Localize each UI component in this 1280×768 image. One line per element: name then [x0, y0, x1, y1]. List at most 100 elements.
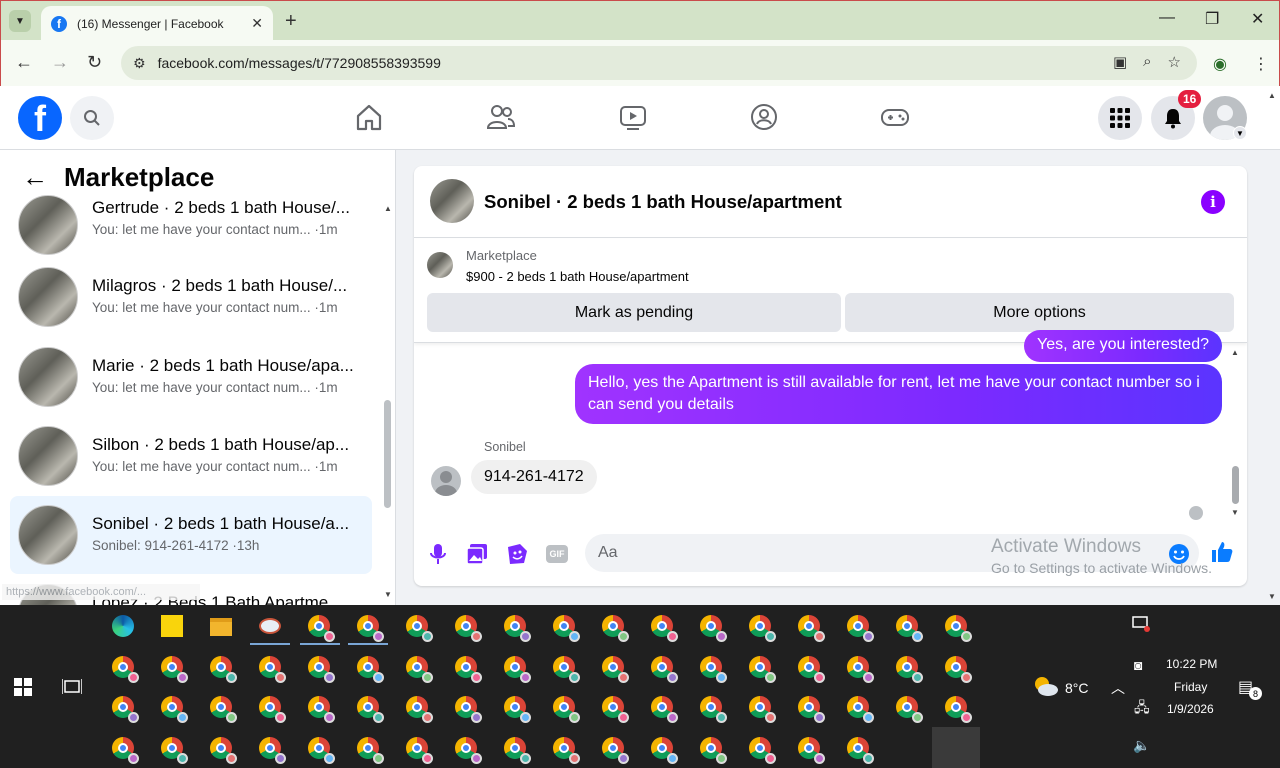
chrome-taskbar-icon[interactable]: [651, 656, 678, 683]
chrome-taskbar-icon[interactable]: [161, 696, 188, 723]
home-icon[interactable]: [354, 102, 384, 132]
paint-taskbar-icon[interactable]: [259, 615, 283, 639]
photo-icon[interactable]: [465, 542, 489, 566]
microphone-icon[interactable]: [426, 542, 450, 566]
chrome-taskbar-icon[interactable]: [112, 696, 139, 723]
chrome-taskbar-icon[interactable]: [798, 737, 825, 764]
menu-button[interactable]: [1098, 96, 1142, 140]
chrome-taskbar-icon[interactable]: [602, 696, 629, 723]
chrome-taskbar-icon[interactable]: [308, 615, 335, 642]
chrome-taskbar-icon[interactable]: [945, 696, 972, 723]
page-scroll-down-arrow[interactable]: ▼: [1268, 592, 1276, 601]
chrome-taskbar-icon[interactable]: [749, 615, 776, 642]
more-options-button[interactable]: More options: [845, 293, 1234, 332]
camera-tray-icon[interactable]: ◙: [1134, 657, 1142, 673]
chrome-taskbar-icon[interactable]: [700, 615, 727, 642]
chrome-taskbar-icon[interactable]: [896, 615, 923, 642]
chrome-taskbar-icon[interactable]: [406, 696, 433, 723]
chrome-taskbar-icon[interactable]: [308, 656, 335, 683]
video-icon[interactable]: [618, 102, 648, 132]
chrome-taskbar-icon[interactable]: [749, 656, 776, 683]
sender-avatar[interactable]: [431, 466, 461, 496]
menu-kebab-icon[interactable]: ⋮: [1253, 54, 1269, 74]
conversation-item[interactable]: Silbon · 2 beds 1 bath House/ap... You: …: [10, 417, 372, 495]
chrome-taskbar-icon[interactable]: [504, 737, 531, 764]
chrome-taskbar-icon[interactable]: [455, 737, 482, 764]
chrome-taskbar-icon[interactable]: [651, 696, 678, 723]
gif-icon[interactable]: GIF: [545, 542, 569, 566]
page-scroll-up-arrow[interactable]: ▲: [1268, 91, 1276, 100]
chrome-taskbar-icon[interactable]: [651, 737, 678, 764]
info-icon[interactable]: i: [1201, 190, 1225, 214]
network-tray-icon[interactable]: 🖧: [1134, 697, 1150, 721]
chrome-taskbar-icon[interactable]: [357, 615, 384, 642]
listing-title[interactable]: $900 - 2 beds 1 bath House/apartment: [466, 269, 689, 284]
close-window-button[interactable]: ✕: [1251, 9, 1264, 29]
chrome-taskbar-icon[interactable]: [847, 737, 874, 764]
edge-taskbar-icon[interactable]: [112, 615, 136, 639]
chrome-taskbar-icon[interactable]: [847, 615, 874, 642]
display-tray-icon[interactable]: [1131, 615, 1151, 638]
chrome-taskbar-icon[interactable]: [553, 696, 580, 723]
chrome-taskbar-icon[interactable]: [553, 615, 580, 642]
chrome-taskbar-icon[interactable]: [210, 696, 237, 723]
address-bar[interactable]: ⚙ facebook.com/messages/t/77290855839359…: [121, 46, 1197, 80]
conversation-item[interactable]: Marie · 2 beds 1 bath House/apa... You: …: [10, 338, 372, 416]
chevron-up-icon[interactable]: ︿: [1111, 678, 1125, 698]
chrome-taskbar-icon[interactable]: [455, 656, 482, 683]
friends-icon[interactable]: [486, 102, 516, 132]
chrome-taskbar-icon[interactable]: [210, 656, 237, 683]
browser-tab[interactable]: f (16) Messenger | Facebook ✕: [41, 6, 273, 41]
back-button[interactable]: ←: [15, 52, 33, 73]
chrome-taskbar-icon[interactable]: [259, 696, 286, 723]
chrome-taskbar-icon[interactable]: [602, 615, 629, 642]
facebook-logo-icon[interactable]: f: [18, 96, 62, 140]
chrome-taskbar-icon[interactable]: [259, 656, 286, 683]
chrome-taskbar-icon[interactable]: [749, 737, 776, 764]
chrome-taskbar-icon[interactable]: [357, 696, 384, 723]
chrome-taskbar-icon[interactable]: [455, 696, 482, 723]
conversation-item[interactable]: Gertrude · 2 beds 1 bath House/... You: …: [10, 179, 372, 257]
chrome-taskbar-icon[interactable]: [504, 656, 531, 683]
chrome-taskbar-icon[interactable]: [602, 737, 629, 764]
scroll-down-arrow[interactable]: ▼: [384, 590, 392, 599]
chrome-taskbar-icon[interactable]: [798, 615, 825, 642]
close-tab-icon[interactable]: ✕: [251, 15, 263, 32]
groups-icon[interactable]: [749, 102, 779, 132]
chrome-taskbar-icon[interactable]: [406, 737, 433, 764]
install-app-icon[interactable]: ▣: [1113, 53, 1127, 71]
chrome-taskbar-icon[interactable]: [357, 737, 384, 764]
file-explorer-taskbar-icon[interactable]: [210, 615, 234, 639]
chrome-taskbar-icon[interactable]: [553, 656, 580, 683]
new-tab-button[interactable]: +: [285, 10, 297, 33]
clock-day[interactable]: Friday: [1174, 680, 1207, 694]
chrome-taskbar-icon[interactable]: [308, 696, 335, 723]
scroll-up-arrow[interactable]: ▲: [384, 204, 392, 213]
chrome-taskbar-icon[interactable]: [651, 615, 678, 642]
reload-button[interactable]: ↻: [87, 52, 102, 73]
chrome-taskbar-icon[interactable]: [455, 615, 482, 642]
start-button[interactable]: [14, 678, 32, 701]
mark-as-pending-button[interactable]: Mark as pending: [427, 293, 841, 332]
chrome-taskbar-icon[interactable]: [700, 696, 727, 723]
conversation-item-active[interactable]: Sonibel · 2 beds 1 bath House/a... Sonib…: [10, 496, 372, 574]
chrome-taskbar-icon[interactable]: [161, 656, 188, 683]
chrome-taskbar-icon[interactable]: [798, 656, 825, 683]
clock-date[interactable]: 1/9/2026: [1167, 702, 1214, 716]
chrome-taskbar-icon[interactable]: [553, 737, 580, 764]
weather-widget[interactable]: [1031, 674, 1059, 703]
chrome-taskbar-icon[interactable]: [504, 615, 531, 642]
chrome-taskbar-icon[interactable]: [112, 656, 139, 683]
chrome-taskbar-icon[interactable]: [896, 656, 923, 683]
restore-button[interactable]: ❐: [1205, 9, 1219, 29]
chrome-taskbar-icon[interactable]: [798, 696, 825, 723]
chrome-taskbar-icon[interactable]: [210, 737, 237, 764]
clock-time[interactable]: 10:22 PM: [1166, 657, 1217, 671]
chrome-taskbar-icon[interactable]: [504, 696, 531, 723]
forward-button[interactable]: →: [51, 52, 69, 73]
task-view-button[interactable]: [61, 678, 83, 701]
chrome-taskbar-icon[interactable]: [749, 696, 776, 723]
chrome-taskbar-icon[interactable]: [602, 656, 629, 683]
sticker-icon[interactable]: [505, 542, 529, 566]
search-button[interactable]: [70, 96, 114, 140]
